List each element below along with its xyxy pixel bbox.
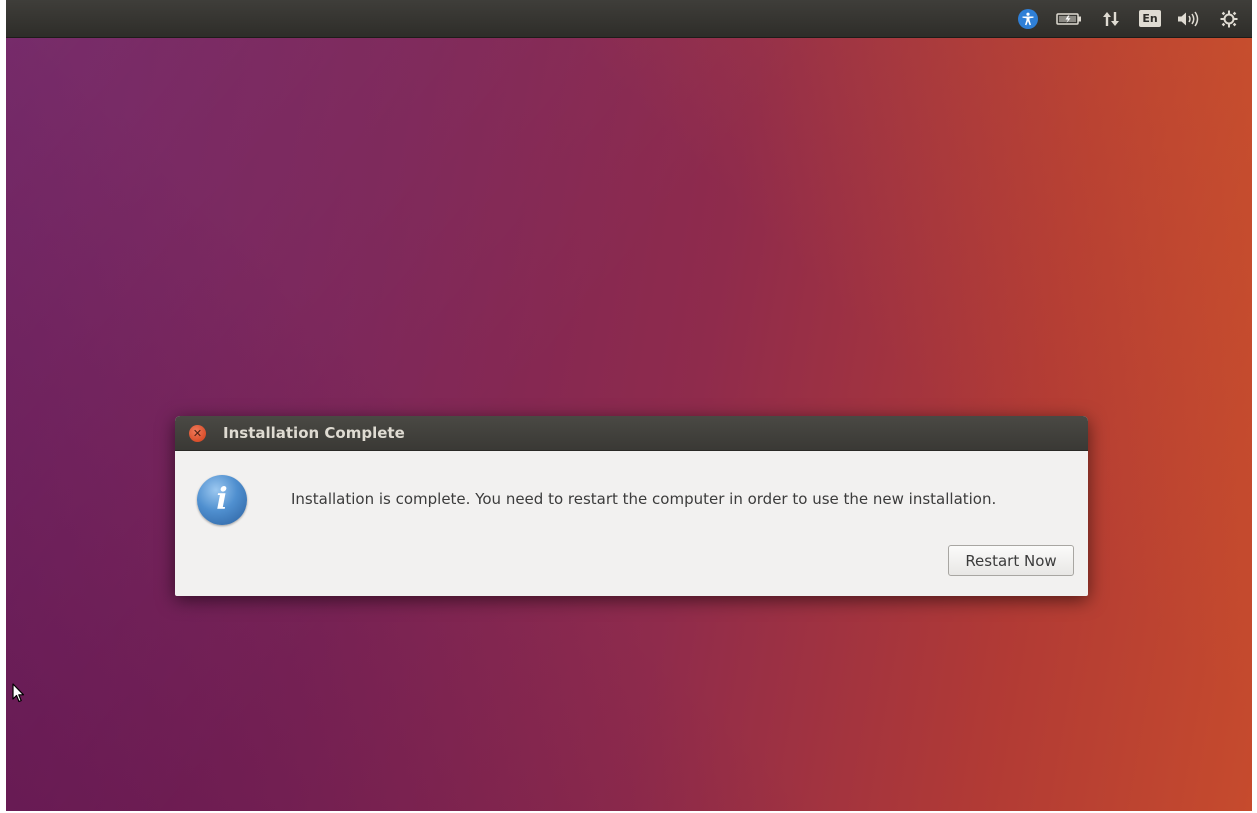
keyboard-layout-indicator[interactable]: En [1139, 8, 1161, 29]
gear-icon[interactable] [1219, 8, 1239, 29]
wallpaper-facet [6, 0, 1252, 811]
dialog-title: Installation Complete [223, 424, 405, 442]
keyboard-layout-label: En [1139, 10, 1161, 27]
installation-complete-dialog: ✕ Installation Complete i Installation i… [175, 416, 1088, 596]
mouse-pointer-icon [12, 683, 25, 703]
desktop: En ✕ Installation Complete i Installatio… [6, 0, 1252, 811]
wallpaper-facet [6, 0, 1252, 811]
accessibility-icon[interactable] [1017, 8, 1039, 29]
wallpaper-facet [6, 0, 1252, 811]
info-icon: i [197, 475, 247, 525]
network-icon[interactable] [1102, 8, 1120, 29]
dialog-message: Installation is complete. You need to re… [291, 490, 997, 508]
dialog-titlebar[interactable]: ✕ Installation Complete [175, 416, 1088, 451]
close-button[interactable]: ✕ [189, 425, 206, 442]
close-icon: ✕ [192, 427, 203, 440]
battery-icon[interactable] [1055, 8, 1083, 29]
restart-now-button[interactable]: Restart Now [948, 545, 1074, 576]
top-panel: En [6, 0, 1252, 38]
volume-icon[interactable] [1176, 8, 1202, 29]
